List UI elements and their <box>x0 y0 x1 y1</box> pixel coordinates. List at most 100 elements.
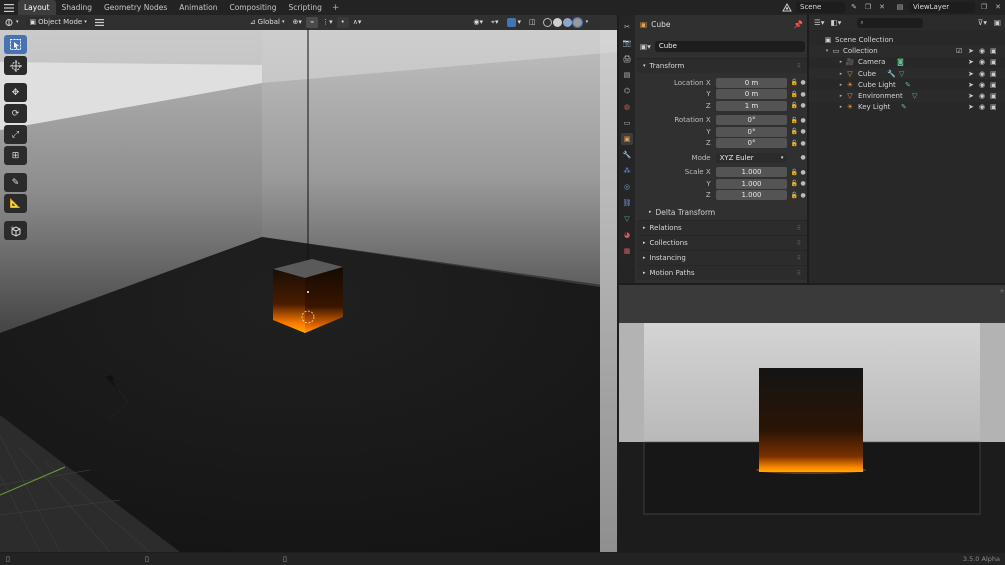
keyframe-dot-icon[interactable]: ● <box>799 117 807 124</box>
lock-icon[interactable]: 🔓 <box>789 79 799 86</box>
delta-transform-subpanel[interactable]: ▸ Delta Transform <box>637 204 807 220</box>
outliner-item-cube[interactable]: ▸ ▽ Cube 🔧 ▽ ➤ ◉ ▣ <box>809 67 1005 80</box>
editor-type-button[interactable]: ▾ <box>0 17 23 28</box>
tab-compositing[interactable]: Compositing <box>223 0 282 15</box>
visibility-eye-icon[interactable]: ◉ <box>979 47 985 55</box>
keyframe-dot-icon[interactable]: ● <box>799 192 807 199</box>
constraints-properties-icon[interactable]: ⛓ <box>621 197 633 209</box>
falloff-dropdown[interactable]: ∧▾ <box>349 17 366 28</box>
chevron-right-icon[interactable]: ▸ <box>837 71 845 77</box>
visibility-eye-icon[interactable]: ◉ <box>979 92 985 100</box>
duplicate-scene-icon[interactable]: ❐ <box>863 2 873 12</box>
solid-shading-icon[interactable] <box>552 18 562 27</box>
particles-properties-icon[interactable]: ⁂ <box>621 165 633 177</box>
material-properties-icon[interactable]: ◕ <box>621 229 633 241</box>
modifier-properties-icon[interactable]: 🔧 <box>621 149 633 161</box>
tab-layout[interactable]: Layout <box>18 0 56 15</box>
tab-geometry-nodes[interactable]: Geometry Nodes <box>98 0 173 15</box>
selectable-icon[interactable]: ➤ <box>968 70 974 78</box>
transform-panel-header[interactable]: ▾ Transform ⠿ <box>637 58 807 73</box>
measure-tool[interactable]: 📐 <box>4 194 27 213</box>
physics-properties-icon[interactable]: ◎ <box>621 181 633 193</box>
render-camera-icon[interactable]: ▣ <box>990 58 997 66</box>
keyframe-dot-icon[interactable]: ● <box>799 128 807 135</box>
render-camera-icon[interactable]: ▣ <box>990 47 997 55</box>
scale-z-field[interactable]: 1.000 <box>715 190 788 201</box>
filter-icon[interactable]: ⊽▾ <box>978 18 987 27</box>
relations-panel-header[interactable]: ▸ Relations ⠿ <box>637 220 807 235</box>
chevron-right-icon[interactable]: ▸ <box>837 104 845 110</box>
view-layer-properties-icon[interactable]: ▤ <box>621 69 633 81</box>
gizmo-toggle[interactable]: ⌖▾ <box>487 17 502 28</box>
keyframe-dot-icon[interactable]: ● <box>799 154 807 161</box>
lock-icon[interactable]: 🔓 <box>789 117 799 124</box>
scene-properties-icon[interactable]: ⌬ <box>621 85 633 97</box>
render-properties-icon[interactable]: 📷 <box>621 37 633 49</box>
new-collection-icon[interactable]: ▣ <box>994 18 1001 27</box>
keyframe-dot-icon[interactable]: ● <box>799 79 807 86</box>
proportional-editing-toggle[interactable]: • <box>336 17 349 28</box>
view-layer-name-field[interactable]: ViewLayer <box>909 1 975 13</box>
snap-target-dropdown[interactable]: ⋮▾ <box>318 17 337 28</box>
rotation-y-field[interactable]: 0° <box>715 126 788 137</box>
tab-shading[interactable]: Shading <box>56 0 98 15</box>
3d-viewport[interactable]: ▾ ▣ Object Mode ▾ ⊿ Global ▾ ⊕▾ ⌁ ⋮▾ • ∧… <box>0 15 617 552</box>
annotate-tool[interactable]: ✎ <box>4 173 27 192</box>
selectable-icon[interactable]: ➤ <box>968 58 974 66</box>
material-preview-shading-icon[interactable] <box>562 18 572 27</box>
visibility-eye-icon[interactable]: ◉ <box>979 70 985 78</box>
exclude-checkbox-icon[interactable]: ☑ <box>956 47 962 55</box>
render-camera-icon[interactable]: ▣ <box>990 70 997 78</box>
blender-menu-icon[interactable] <box>0 0 18 15</box>
selectable-icon[interactable]: ➤ <box>968 103 974 111</box>
selectable-icon[interactable]: ➤ <box>968 81 974 89</box>
keyframe-dot-icon[interactable]: ● <box>799 169 807 176</box>
location-y-field[interactable]: 0 m <box>715 89 788 100</box>
add-workspace-button[interactable]: + <box>328 3 344 13</box>
rotation-z-field[interactable]: 0° <box>715 138 788 149</box>
object-data-dropdown-icon[interactable]: ▣▾ <box>640 42 651 51</box>
keyframe-dot-icon[interactable]: ● <box>799 91 807 98</box>
texture-properties-icon[interactable]: ▦ <box>621 245 633 257</box>
cursor-tool[interactable] <box>4 56 27 75</box>
xray-toggle[interactable]: ◫ <box>525 17 540 28</box>
drag-handle-icon[interactable]: ⠿ <box>797 240 801 247</box>
tool-properties-icon[interactable]: ✂ <box>621 21 633 33</box>
output-properties-icon[interactable]: 🖨 <box>621 53 633 65</box>
outliner-item-environment[interactable]: ▸ ▽ Environment ▽ ➤ ◉ ▣ <box>809 90 1005 102</box>
wireframe-shading-icon[interactable] <box>542 18 552 27</box>
drag-handle-icon[interactable]: ⠿ <box>797 270 801 277</box>
rotation-x-field[interactable]: 0° <box>715 115 788 126</box>
object-name-field[interactable]: Cube <box>654 41 805 52</box>
close-icon[interactable]: ✕ <box>877 2 887 12</box>
visibility-eye-icon[interactable]: ◉ <box>979 103 985 111</box>
object-properties-icon[interactable]: ▣ <box>621 133 633 145</box>
render-camera-icon[interactable]: ▣ <box>990 92 997 100</box>
visibility-eye-icon[interactable]: ◉ <box>979 81 985 89</box>
view-layer-selector[interactable]: ▤ ViewLayer ❐ ✕ <box>895 1 1003 13</box>
lock-icon[interactable]: 🔓 <box>789 128 799 135</box>
rendered-shading-icon[interactable] <box>571 17 583 28</box>
snap-toggle[interactable]: ⌁ <box>305 17 319 28</box>
outliner-item-camera[interactable]: ▸ 🎥 Camera ◙ ➤ ◉ ▣ <box>809 57 1005 68</box>
visibility-dropdown[interactable]: ◉▾ <box>469 17 487 28</box>
world-properties-icon[interactable]: ◍ <box>621 101 633 113</box>
keyframe-dot-icon[interactable]: ● <box>799 102 807 109</box>
keyframe-dot-icon[interactable]: ● <box>799 180 807 187</box>
editor-type-button[interactable]: ☰▾ <box>814 18 825 27</box>
scale-y-field[interactable]: 1.000 <box>715 178 788 189</box>
selectable-icon[interactable]: ➤ <box>968 92 974 100</box>
render-camera-icon[interactable]: ▣ <box>990 81 997 89</box>
lock-icon[interactable]: 🔓 <box>789 102 799 109</box>
chevron-right-icon[interactable]: ▸ <box>837 59 845 65</box>
chevron-right-icon[interactable]: ▸ <box>837 93 845 99</box>
collections-panel-header[interactable]: ▸ Collections ⠿ <box>637 235 807 250</box>
collection-row[interactable]: ▾ ▭ Collection ☑ ➤ ◉ ▣ <box>809 45 1005 57</box>
viewport-menu-button[interactable] <box>91 17 108 28</box>
add-cube-tool[interactable]: + <box>4 221 27 240</box>
camera-viewport[interactable]: + <box>619 285 1005 552</box>
outliner-item-key-light[interactable]: ▸ ☀ Key Light ✎ ➤ ◉ ▣ <box>809 102 1005 113</box>
orientation-dropdown[interactable]: ⊿ Global ▾ <box>246 17 289 28</box>
pin-icon[interactable]: ✎ <box>849 2 859 12</box>
selectable-icon[interactable]: ➤ <box>968 47 974 55</box>
